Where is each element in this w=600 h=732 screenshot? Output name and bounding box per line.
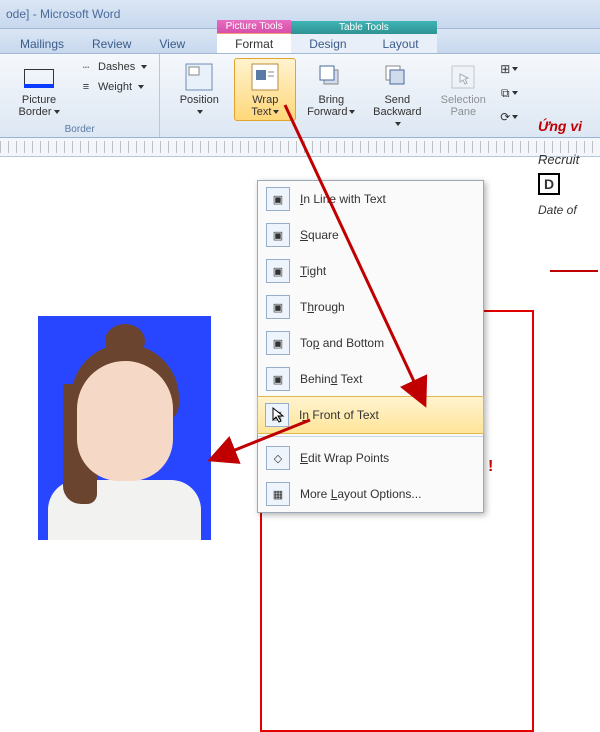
tight-icon: ▣ <box>266 259 290 283</box>
weight-button[interactable]: ≡Weight <box>74 78 151 96</box>
wrap-text-icon <box>249 61 281 93</box>
dashes-icon: ┈ <box>78 59 94 75</box>
arrange-tools: ⊞ ⧉ ⟳ <box>498 58 520 128</box>
ribbon-tabs: Mailings Review View Picture Tools Forma… <box>0 29 600 54</box>
bring-forward-icon <box>315 61 347 93</box>
tab-format[interactable]: Format <box>217 33 291 53</box>
badge-text: D <box>538 173 560 195</box>
table-tools-label: Table Tools <box>291 21 436 34</box>
group-arrange: Position WrapText BringForward SendBackw… <box>160 54 528 137</box>
ribbon: PictureBorder ┈Dashes ≡Weight Border Pos… <box>0 54 600 138</box>
behind-icon: ▣ <box>266 367 290 391</box>
rotate-button[interactable]: ⟳ <box>500 108 518 126</box>
inserted-photo[interactable] <box>38 316 211 540</box>
pencil-icon <box>23 61 55 93</box>
date-text: Date of <box>538 203 598 217</box>
picture-border-label: PictureBorder <box>18 94 59 118</box>
menu-tight[interactable]: ▣Tight <box>258 253 483 289</box>
tab-view[interactable]: View <box>145 34 199 53</box>
selection-pane-icon <box>447 61 479 93</box>
heading-text: Ứng vi <box>538 118 598 134</box>
selection-pane-button[interactable]: SelectionPane <box>432 58 494 121</box>
picture-tools-context: Picture Tools Format <box>217 20 291 53</box>
recruit-text: Recruit <box>538 152 598 167</box>
group-button[interactable]: ⧉ <box>500 84 518 102</box>
menu-in-front-of-text[interactable]: ▣In Front of Text <box>257 396 484 434</box>
table-tools-context: Table Tools Design Layout <box>291 21 436 53</box>
group-border-label: Border <box>8 122 151 135</box>
photo-face <box>77 361 173 481</box>
dashes-button[interactable]: ┈Dashes <box>74 58 151 76</box>
menu-in-line-with-text[interactable]: ▣In Line with Text <box>258 181 483 217</box>
group-border: PictureBorder ┈Dashes ≡Weight Border <box>0 54 160 137</box>
tab-mailings[interactable]: Mailings <box>6 34 78 53</box>
menu-through[interactable]: ▣Through <box>258 289 483 325</box>
picture-tools-label: Picture Tools <box>217 20 291 33</box>
send-backward-icon <box>381 61 413 93</box>
red-underline <box>550 270 598 272</box>
menu-top-and-bottom[interactable]: ▣Top and Bottom <box>258 325 483 361</box>
wrap-text-menu: ▣In Line with Text ▣Square ▣Tight ▣Throu… <box>257 180 484 513</box>
more-layout-icon: ▦ <box>266 482 290 506</box>
photo-bun <box>105 324 145 358</box>
picture-border-button[interactable]: PictureBorder <box>8 58 70 121</box>
in-line-icon: ▣ <box>266 187 290 211</box>
wrap-text-button[interactable]: WrapText <box>234 58 296 121</box>
weight-icon: ≡ <box>78 79 94 95</box>
menu-more-layout-options[interactable]: ▦More Layout Options... <box>258 476 483 512</box>
square-icon: ▣ <box>266 223 290 247</box>
tab-layout[interactable]: Layout <box>365 34 437 53</box>
exclaim-text: ! <box>488 458 493 476</box>
cursor-icon <box>271 406 289 424</box>
through-icon: ▣ <box>266 295 290 319</box>
ruler[interactable] <box>0 138 600 157</box>
tab-review[interactable]: Review <box>78 34 145 53</box>
position-icon <box>183 61 215 93</box>
side-text-block: Ứng vi Recruit D Date of <box>538 118 598 217</box>
bring-forward-button[interactable]: BringForward <box>300 58 362 121</box>
menu-separator <box>258 436 483 437</box>
menu-square[interactable]: ▣Square <box>258 217 483 253</box>
position-button[interactable]: Position <box>168 58 230 121</box>
align-button[interactable]: ⊞ <box>500 60 518 78</box>
menu-edit-wrap-points[interactable]: ◇Edit Wrap Points <box>258 440 483 476</box>
menu-behind-text[interactable]: ▣Behind Text <box>258 361 483 397</box>
send-backward-button[interactable]: SendBackward <box>366 58 428 133</box>
top-bottom-icon: ▣ <box>266 331 290 355</box>
window-title: ode] - Microsoft Word <box>6 7 120 21</box>
tab-design[interactable]: Design <box>291 34 364 53</box>
edit-points-icon: ◇ <box>266 446 290 470</box>
